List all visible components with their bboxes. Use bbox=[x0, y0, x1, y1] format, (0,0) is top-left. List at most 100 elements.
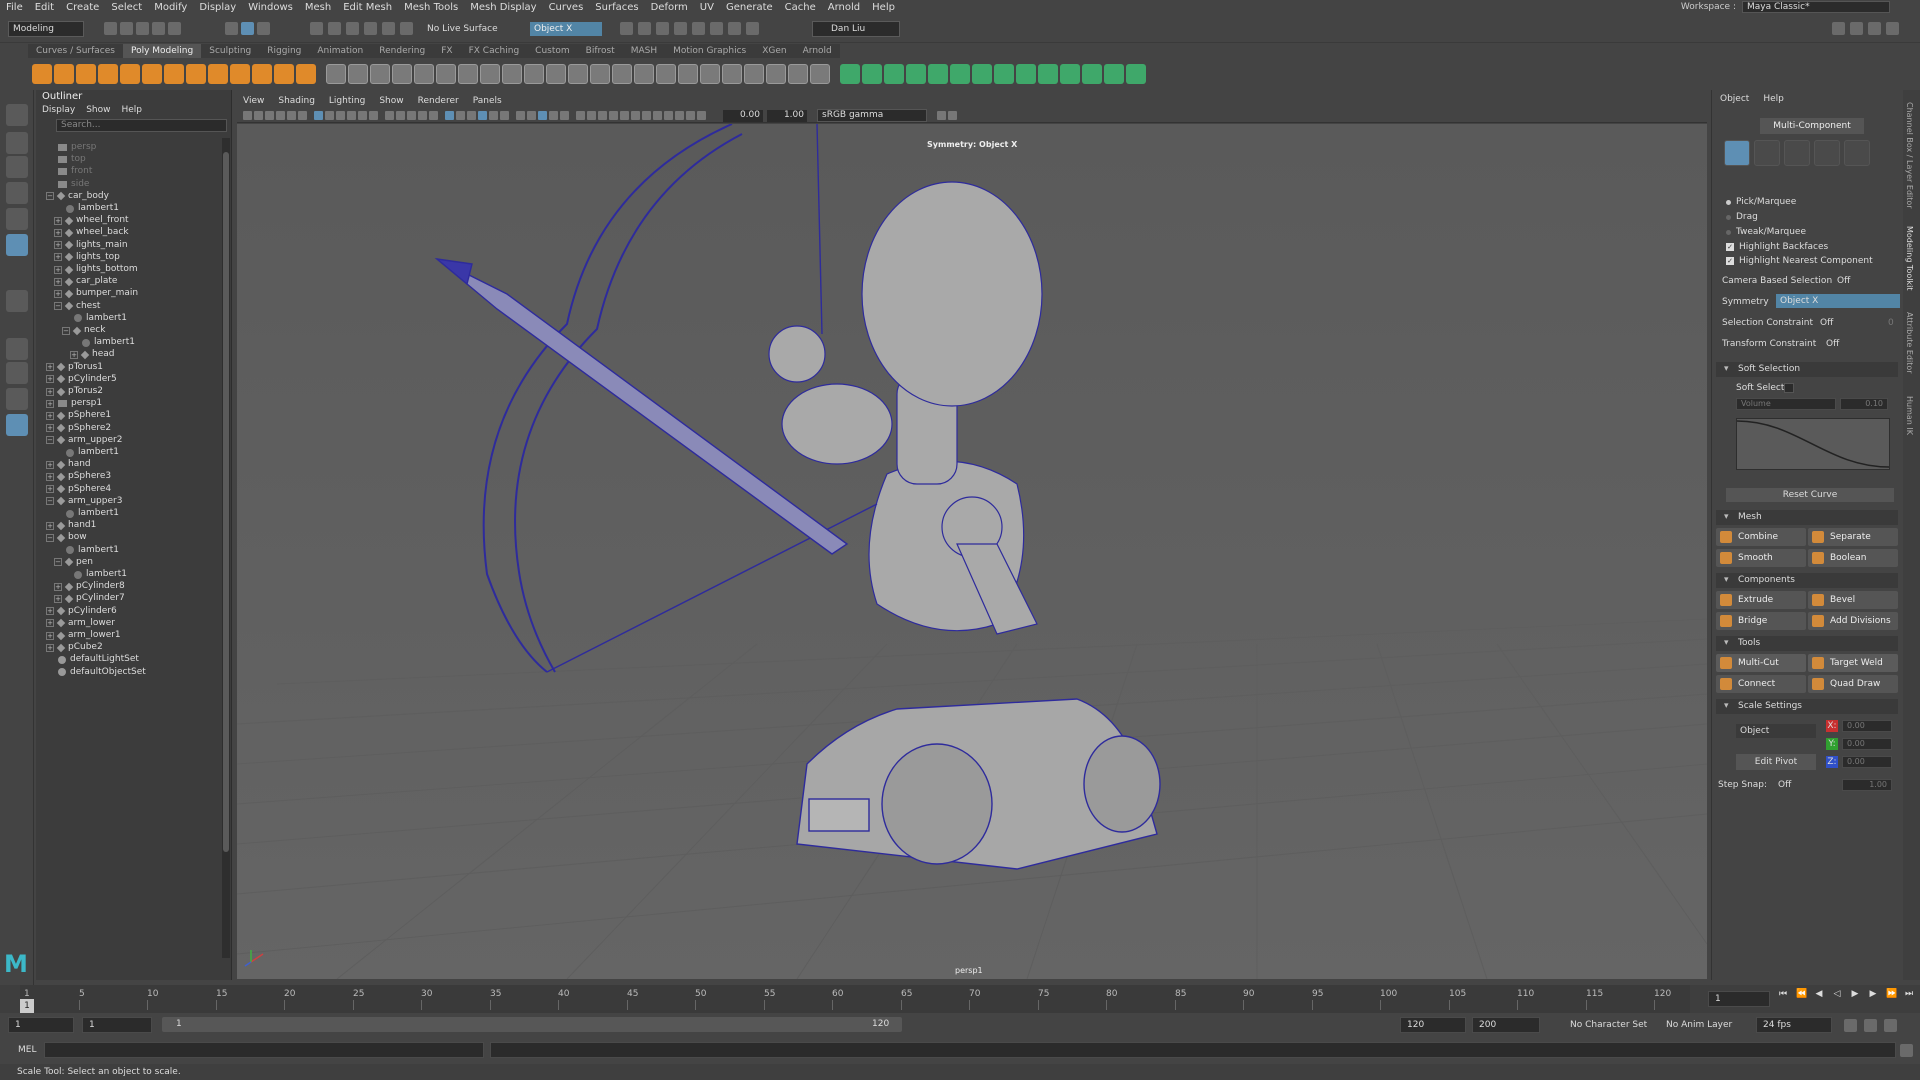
select-component-icon[interactable] bbox=[257, 22, 270, 35]
arnold-render-icon[interactable] bbox=[728, 22, 741, 35]
scale-z-field[interactable]: 0.00 bbox=[1842, 756, 1892, 768]
colorspace-dropdown[interactable]: sRGB gamma bbox=[817, 109, 927, 122]
current-frame-field[interactable]: 1 bbox=[1708, 991, 1770, 1007]
redo-icon[interactable] bbox=[168, 22, 181, 35]
shelf-cone-icon[interactable] bbox=[98, 64, 118, 84]
pick-marquee-radio[interactable]: Pick/Marquee bbox=[1726, 197, 1796, 207]
shelf-platonic-icon[interactable] bbox=[186, 64, 206, 84]
collapse-icon[interactable]: − bbox=[46, 497, 54, 506]
menu-create[interactable]: Create bbox=[60, 2, 105, 13]
menu-modify[interactable]: Modify bbox=[148, 2, 193, 13]
outliner-scrollbar[interactable] bbox=[222, 138, 230, 958]
viewport-tool-14-icon[interactable] bbox=[396, 111, 405, 120]
shelf-tab-mash[interactable]: MASH bbox=[623, 44, 665, 58]
connect-button[interactable]: Connect bbox=[1716, 675, 1806, 693]
shelf-cut-icon[interactable] bbox=[1060, 64, 1080, 84]
expand-icon[interactable]: + bbox=[54, 253, 62, 262]
viewport-tool-8-icon[interactable] bbox=[325, 111, 334, 120]
step-snap-dropdown[interactable]: Off bbox=[1778, 780, 1791, 790]
shelf-texel-icon[interactable] bbox=[1082, 64, 1102, 84]
shelf-reduce-icon[interactable] bbox=[700, 64, 720, 84]
playback-end-field[interactable]: 120 bbox=[1400, 1017, 1466, 1033]
smooth-button[interactable]: Smooth bbox=[1716, 549, 1806, 567]
shelf-tab-animation[interactable]: Animation bbox=[309, 44, 371, 58]
3d-viewport[interactable]: Symmetry: Object X persp1 bbox=[237, 124, 1707, 979]
scale-settings-section[interactable]: Scale Settings bbox=[1716, 699, 1898, 714]
go-to-start-icon[interactable]: ⏮ bbox=[1778, 989, 1788, 999]
user-account-dropdown[interactable]: Dan Liu bbox=[812, 21, 900, 37]
outliner-search-input[interactable]: Search... bbox=[56, 119, 227, 132]
step-forward-key-icon[interactable]: ⏩ bbox=[1886, 989, 1897, 999]
viewport-tool-11-icon[interactable] bbox=[358, 111, 367, 120]
shelf-plane-icon[interactable] bbox=[142, 64, 162, 84]
tab-attribute-editor[interactable]: Attribute Editor bbox=[1905, 312, 1914, 374]
playback-start-field[interactable]: 1 bbox=[82, 1017, 152, 1033]
shelf-tab-fx[interactable]: FX bbox=[433, 44, 460, 58]
outliner-menu-help[interactable]: Help bbox=[121, 104, 142, 116]
outliner-menu-show[interactable]: Show bbox=[86, 104, 110, 116]
shelf-tab-sculpting[interactable]: Sculpting bbox=[201, 44, 259, 58]
viewport-tool-23-icon[interactable] bbox=[500, 111, 509, 120]
menu-surfaces[interactable]: Surfaces bbox=[589, 2, 644, 13]
menu-select[interactable]: Select bbox=[105, 2, 148, 13]
end-time-field[interactable]: 200 bbox=[1472, 1017, 1540, 1033]
menu-windows[interactable]: Windows bbox=[242, 2, 299, 13]
expand-icon[interactable]: + bbox=[54, 228, 62, 237]
layout-icon[interactable] bbox=[1832, 22, 1845, 35]
step-back-icon[interactable]: ◀ bbox=[1814, 989, 1824, 999]
transform-constraint-dropdown[interactable]: Off bbox=[1826, 339, 1839, 349]
collapse-icon[interactable]: − bbox=[46, 533, 54, 542]
toolkit-toggle-icon[interactable] bbox=[1868, 22, 1881, 35]
outliner-menu-display[interactable]: Display bbox=[42, 104, 75, 116]
shelf-extract-icon[interactable] bbox=[678, 64, 698, 84]
viewport-tool-15-icon[interactable] bbox=[407, 111, 416, 120]
shelf-torus-icon[interactable] bbox=[120, 64, 140, 84]
shelf-poke-icon[interactable] bbox=[810, 64, 830, 84]
menu-arnold[interactable]: Arnold bbox=[822, 2, 866, 13]
viewport-tool-1-icon[interactable] bbox=[243, 111, 252, 120]
render-settings-icon[interactable] bbox=[692, 22, 705, 35]
shelf-combine-icon[interactable] bbox=[326, 64, 346, 84]
viewport-tool-28-icon[interactable] bbox=[560, 111, 569, 120]
move-tool-icon[interactable] bbox=[6, 182, 28, 204]
time-ticks[interactable]: 1 5 10 15 20 25 30 35 40 45 50 55 60 65 70 75 80 85 90 95 10… bbox=[20, 985, 1690, 1013]
fps-dropdown[interactable]: 24 fps bbox=[1756, 1017, 1832, 1033]
exposure-field[interactable]: 0.00 bbox=[723, 110, 763, 122]
shelf-tab-fx-caching[interactable]: FX Caching bbox=[461, 44, 528, 58]
viewport-tool-29-icon[interactable] bbox=[576, 111, 585, 120]
expand-icon[interactable]: + bbox=[46, 387, 54, 396]
combine-button[interactable]: Combine bbox=[1716, 528, 1806, 546]
falloff-curve-graph[interactable] bbox=[1736, 418, 1890, 470]
viewport-tool-2-icon[interactable] bbox=[254, 111, 263, 120]
reset-curve-button[interactable]: Reset Curve bbox=[1726, 488, 1894, 502]
shelf-checker-icon[interactable] bbox=[1126, 64, 1146, 84]
menuset-dropdown[interactable]: Modeling bbox=[8, 21, 84, 37]
viewport-tool-41-icon[interactable] bbox=[937, 111, 946, 120]
collapse-icon[interactable]: − bbox=[46, 192, 54, 201]
viewport-tool-9-icon[interactable] bbox=[336, 111, 345, 120]
shelf-connect-icon[interactable] bbox=[590, 64, 610, 84]
falloff-radius-field[interactable]: 0.10 bbox=[1840, 398, 1888, 410]
viewport-tool-25-icon[interactable] bbox=[527, 111, 536, 120]
loop-icon[interactable] bbox=[1844, 1019, 1857, 1032]
shelf-transfer-icon[interactable] bbox=[1104, 64, 1124, 84]
undo-icon[interactable] bbox=[152, 22, 165, 35]
expand-icon[interactable]: + bbox=[46, 424, 54, 433]
shelf-disc-icon[interactable] bbox=[164, 64, 184, 84]
single-view-icon[interactable] bbox=[6, 338, 28, 360]
shelf-extrude-icon[interactable] bbox=[436, 64, 456, 84]
construction-history-icon[interactable] bbox=[620, 22, 633, 35]
viewport-tool-27-icon[interactable] bbox=[549, 111, 558, 120]
viewport-tool-4-icon[interactable] bbox=[276, 111, 285, 120]
menu-edit-mesh[interactable]: Edit Mesh bbox=[337, 2, 398, 13]
go-to-end-icon[interactable]: ⏭ bbox=[1904, 989, 1914, 999]
hypershade-icon[interactable] bbox=[710, 22, 723, 35]
edge-mode-icon[interactable] bbox=[1784, 140, 1810, 166]
paint-select-icon[interactable] bbox=[6, 156, 28, 178]
shelf-spherical-icon[interactable] bbox=[950, 64, 970, 84]
viewport-tool-40-icon[interactable] bbox=[697, 111, 706, 120]
shelf-cylindrical-icon[interactable] bbox=[928, 64, 948, 84]
selection-constraint-dropdown[interactable]: Off bbox=[1820, 318, 1833, 328]
soft-selection-section[interactable]: Soft Selection bbox=[1716, 362, 1898, 377]
collapse-icon[interactable]: − bbox=[54, 558, 62, 567]
